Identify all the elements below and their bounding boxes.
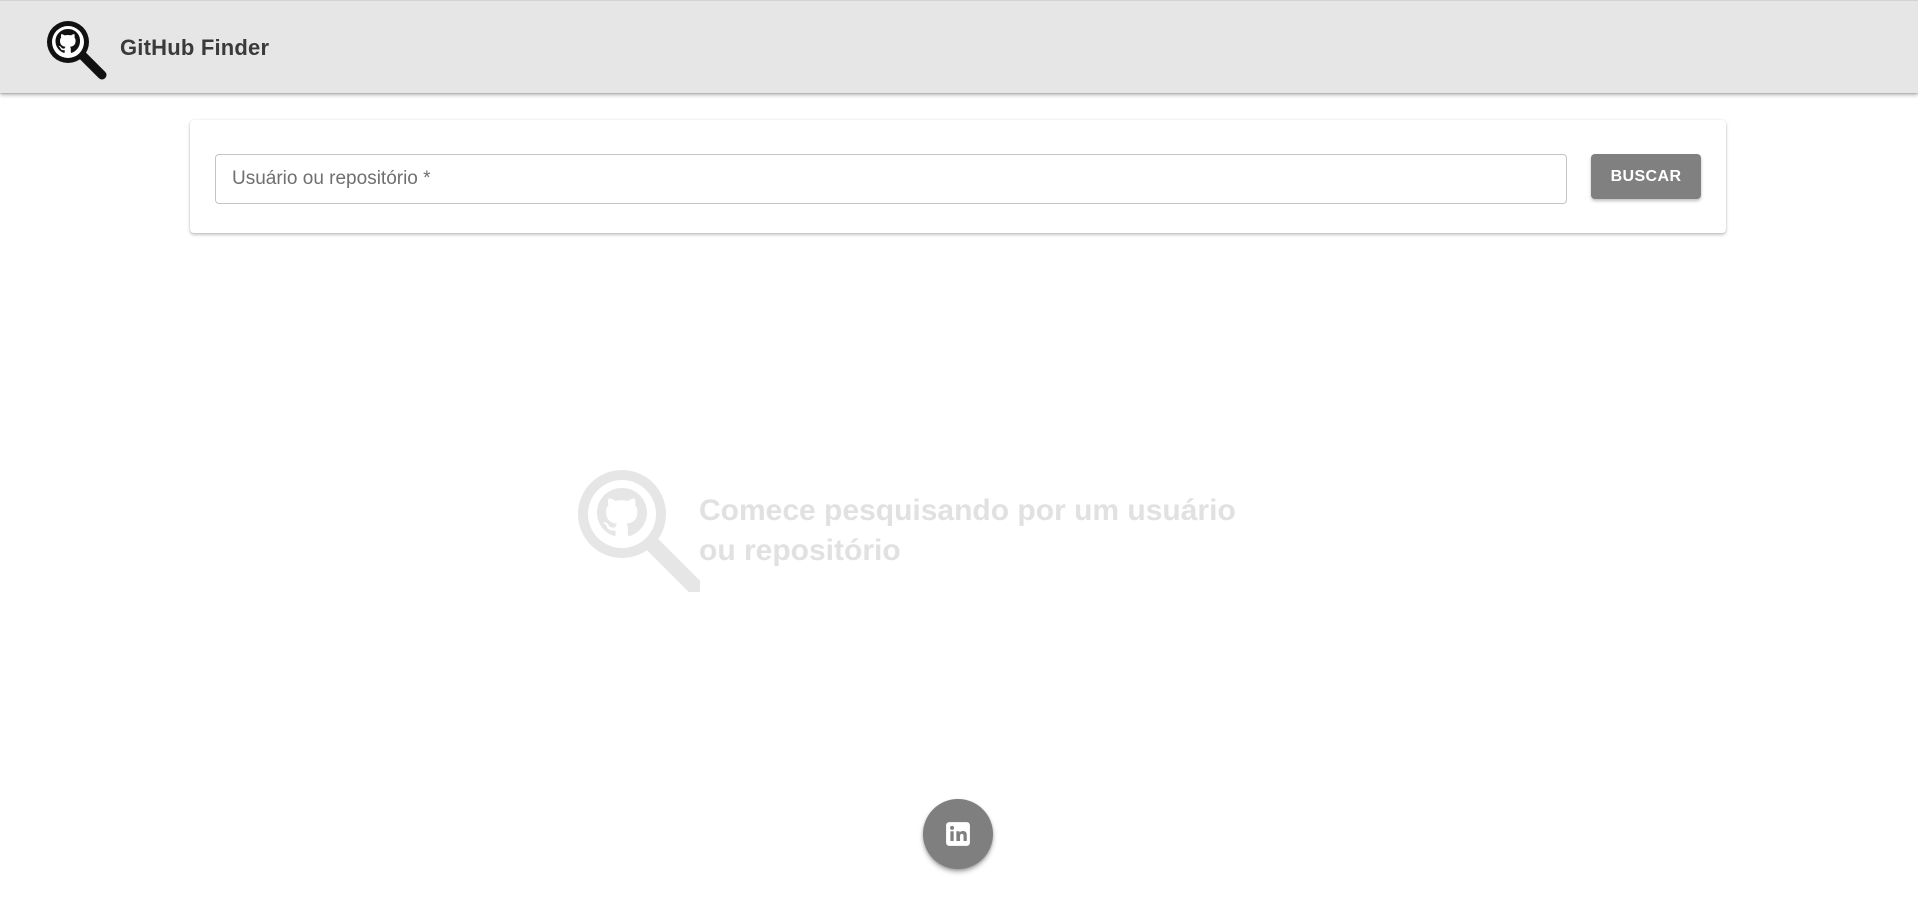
- app-bar: GitHub Finder: [0, 0, 1918, 93]
- github-magnifier-icon[interactable]: [42, 16, 108, 82]
- app-title: GitHub Finder: [120, 35, 270, 60]
- search-button[interactable]: BUSCAR: [1591, 154, 1701, 199]
- linkedin-icon: [946, 822, 970, 846]
- linkedin-button[interactable]: [923, 799, 993, 869]
- search-input[interactable]: [215, 154, 1567, 204]
- empty-state: Comece pesquisando por um usuário ou rep…: [572, 464, 1292, 594]
- empty-state-message: Comece pesquisando por um usuário ou rep…: [699, 494, 1236, 567]
- search-card: BUSCAR: [190, 120, 1726, 233]
- github-magnifier-icon: [578, 470, 700, 592]
